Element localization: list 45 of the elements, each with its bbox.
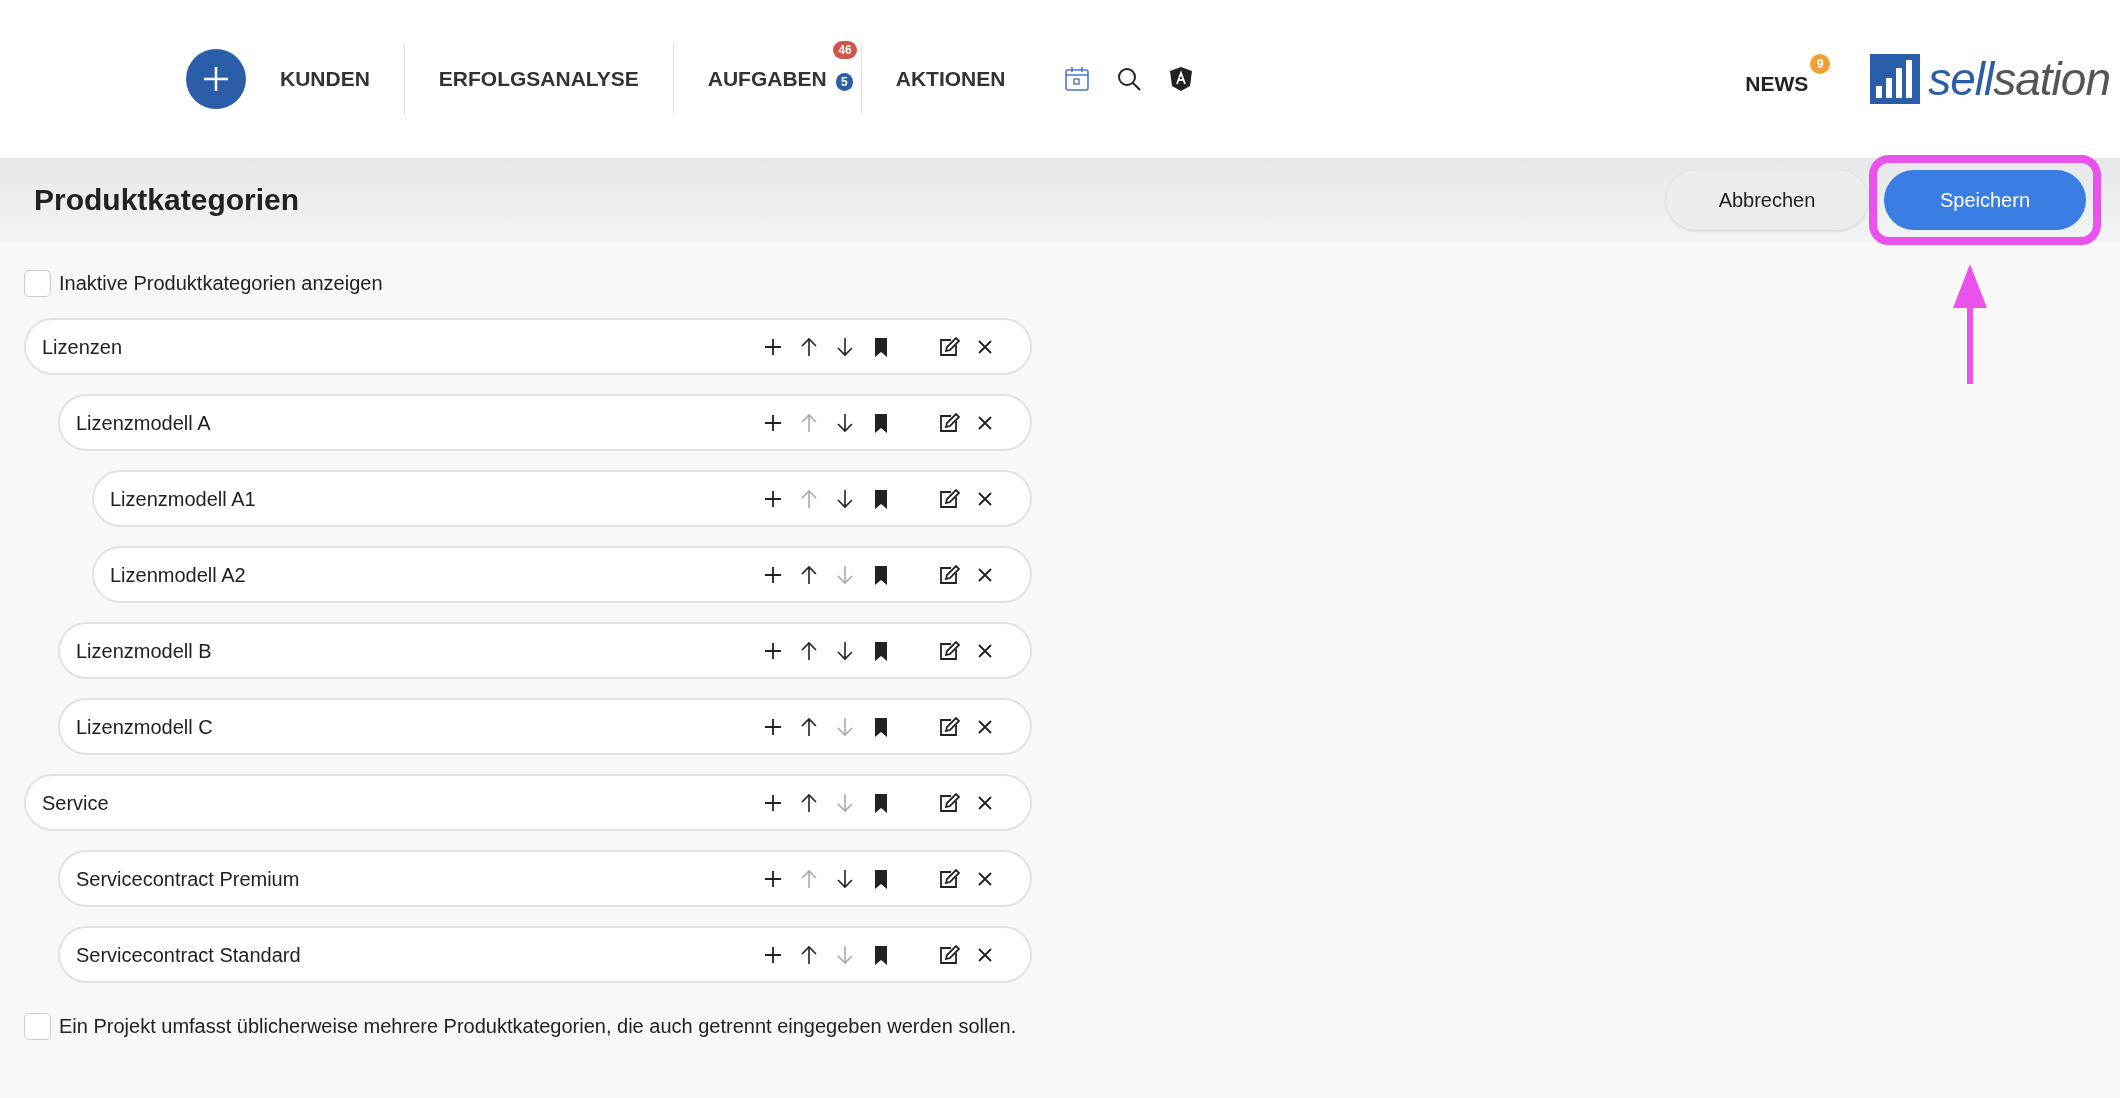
category-name: Lizenmodell A2 — [110, 562, 247, 588]
arrow-down-icon — [834, 639, 856, 662]
category-name: Lizenzen — [42, 334, 124, 360]
edit-icon — [938, 867, 960, 890]
checkbox-label: Inaktive Produktkategorien anzeigen — [59, 271, 383, 296]
category-name: Lizenzmodell A1 — [110, 486, 257, 512]
count-badge: 5 — [836, 73, 853, 92]
edit-icon — [938, 563, 960, 586]
checkbox[interactable] — [24, 1012, 51, 1040]
plus-icon — [201, 64, 231, 94]
arrow-down-icon — [834, 867, 856, 890]
category-name: Lizenzmodell C — [76, 714, 214, 740]
calendar-icon — [1063, 65, 1092, 93]
count-badge: 9 — [1810, 54, 1831, 75]
category-name: Servicecontract Standard — [76, 942, 302, 968]
nav-link[interactable]: AKTIONEN — [861, 63, 1040, 95]
category-name: Service — [42, 790, 110, 816]
checkbox[interactable] — [24, 269, 51, 297]
arrow-down-icon — [834, 411, 856, 434]
edit-icon — [938, 791, 960, 814]
arrow-down-icon — [834, 791, 856, 814]
arrow-down-icon — [834, 563, 856, 586]
count-badge: 46 — [833, 41, 857, 60]
add-button[interactable] — [186, 49, 246, 109]
arrow-down-icon — [834, 715, 856, 738]
edit-icon — [938, 943, 960, 966]
edit-icon — [938, 411, 960, 434]
cancel-button[interactable]: Abbrechen — [1666, 170, 1868, 230]
edit-icon — [938, 715, 960, 738]
page-title: Produktkategorien — [34, 182, 300, 218]
arrow-down-icon — [834, 943, 856, 966]
category-name: Lizenzmodell B — [76, 638, 213, 664]
edit-icon — [938, 487, 960, 510]
logo-text: sellsation — [1928, 56, 2110, 102]
category-name: Servicecontract Premium — [76, 866, 301, 892]
edit-icon — [938, 639, 960, 662]
edit-icon — [938, 335, 960, 358]
category-name: Lizenzmodell A — [76, 410, 212, 436]
nav-link[interactable]: KUNDEN — [246, 63, 404, 95]
arrow-down-icon — [834, 335, 856, 358]
checkbox-label: Ein Projekt umfasst üblicherweise mehrere Produktkategorien, die auch getrennt eingegeben werden sollen. — [59, 1014, 1017, 1039]
nav-link[interactable]: ERFOLGSANALYSE — [404, 63, 673, 95]
arrow-down-icon — [834, 487, 856, 510]
logo-icon — [1870, 54, 1921, 104]
save-button[interactable]: Speichern — [1884, 170, 2086, 230]
